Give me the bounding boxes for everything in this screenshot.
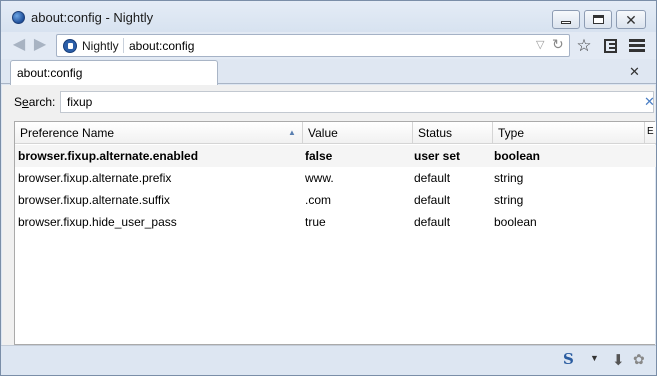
pref-value: false (305, 149, 333, 163)
history-dropdown-icon[interactable]: ▽ (536, 38, 544, 51)
clear-search-icon[interactable]: ✕ (644, 94, 655, 110)
column-header-preference-name[interactable]: Preference Name (15, 122, 303, 144)
minimize-button[interactable] (552, 10, 580, 29)
preferences-table: Preference Name ▲ Value Status Type E br… (14, 121, 656, 345)
close-icon: ✕ (625, 11, 637, 28)
table-row[interactable]: browser.fixup.alternate.prefix www. defa… (15, 167, 656, 189)
table-header: Preference Name ▲ Value Status Type E (15, 122, 656, 144)
back-arrow-icon[interactable]: ◀ (11, 37, 27, 53)
pref-type: string (494, 171, 524, 185)
url-input[interactable]: about:config (129, 39, 194, 53)
url-separator (123, 38, 124, 53)
s-addon-icon[interactable]: S (563, 350, 579, 368)
column-header-status[interactable]: Status (413, 122, 493, 144)
nightly-globe-icon (12, 11, 25, 24)
search-box[interactable]: ✕ (60, 91, 655, 113)
bookmarks-menu-icon[interactable] (604, 39, 617, 53)
pref-name: browser.fixup.alternate.prefix (18, 171, 172, 185)
pref-status: default (414, 215, 451, 229)
search-input[interactable] (67, 95, 627, 109)
hamburger-menu-icon[interactable] (629, 39, 645, 52)
pref-name: browser.fixup.alternate.enabled (18, 149, 199, 163)
search-label: Search: (14, 95, 56, 109)
pref-value: www. (305, 171, 334, 185)
minimize-icon (561, 21, 571, 24)
column-picker[interactable]: E (645, 122, 656, 144)
tab-strip: about:config ✕ (1, 59, 656, 85)
pref-name: browser.fixup.hide_user_pass (18, 215, 177, 229)
table-row[interactable]: browser.fixup.hide_user_pass true defaul… (15, 211, 656, 233)
status-bar: S ▼ ⬇ ✿ (1, 345, 656, 375)
search-row: Search: ✕ (2, 85, 655, 117)
tab-about-config[interactable]: about:config (10, 60, 218, 85)
forward-arrow-icon[interactable]: ▶ (32, 37, 48, 53)
about-config-page: Search: ✕ Preference Name ▲ Value Status… (2, 85, 656, 345)
tab-label: about:config (17, 66, 83, 80)
maximize-button[interactable] (584, 10, 612, 29)
close-tab-icon[interactable]: ✕ (629, 64, 640, 80)
addon-dropdown-icon[interactable]: ▼ (590, 353, 599, 363)
pref-type: boolean (494, 149, 541, 163)
table-row[interactable]: browser.fixup.alternate.enabled false us… (15, 145, 656, 167)
window-title: about:config - Nightly (31, 10, 154, 25)
addon-bar-icon[interactable]: ✿ (633, 351, 645, 368)
reload-icon[interactable]: ↻ (552, 36, 564, 53)
identity-icon[interactable] (63, 39, 77, 53)
pref-type: boolean (494, 215, 537, 229)
url-bar[interactable]: Nightly about:config ▽ ↻ (56, 34, 570, 57)
sort-ascending-icon: ▲ (288, 128, 296, 137)
table-row[interactable]: browser.fixup.alternate.suffix .com defa… (15, 189, 656, 211)
bookmark-star-icon[interactable]: ☆ (574, 36, 594, 56)
pref-status: default (414, 171, 451, 185)
close-window-button[interactable]: ✕ (616, 10, 646, 29)
navigation-toolbar: ◀ ▶ Nightly about:config ▽ ↻ ☆ (1, 32, 656, 59)
browser-window: about:config - Nightly ✕ ◀ ▶ Nightly abo… (0, 0, 657, 376)
pref-value: true (305, 215, 326, 229)
maximize-icon (592, 15, 604, 24)
pref-name: browser.fixup.alternate.suffix (18, 193, 170, 207)
column-header-value[interactable]: Value (303, 122, 413, 144)
pref-value: .com (305, 193, 332, 207)
pref-status: default (414, 193, 451, 207)
title-bar: about:config - Nightly ✕ (1, 1, 656, 33)
identity-label[interactable]: Nightly (82, 39, 119, 53)
downloads-icon[interactable]: ⬇ (612, 351, 625, 369)
pref-status: user set (414, 149, 461, 163)
pref-type: string (494, 193, 524, 207)
column-header-type[interactable]: Type (493, 122, 645, 144)
